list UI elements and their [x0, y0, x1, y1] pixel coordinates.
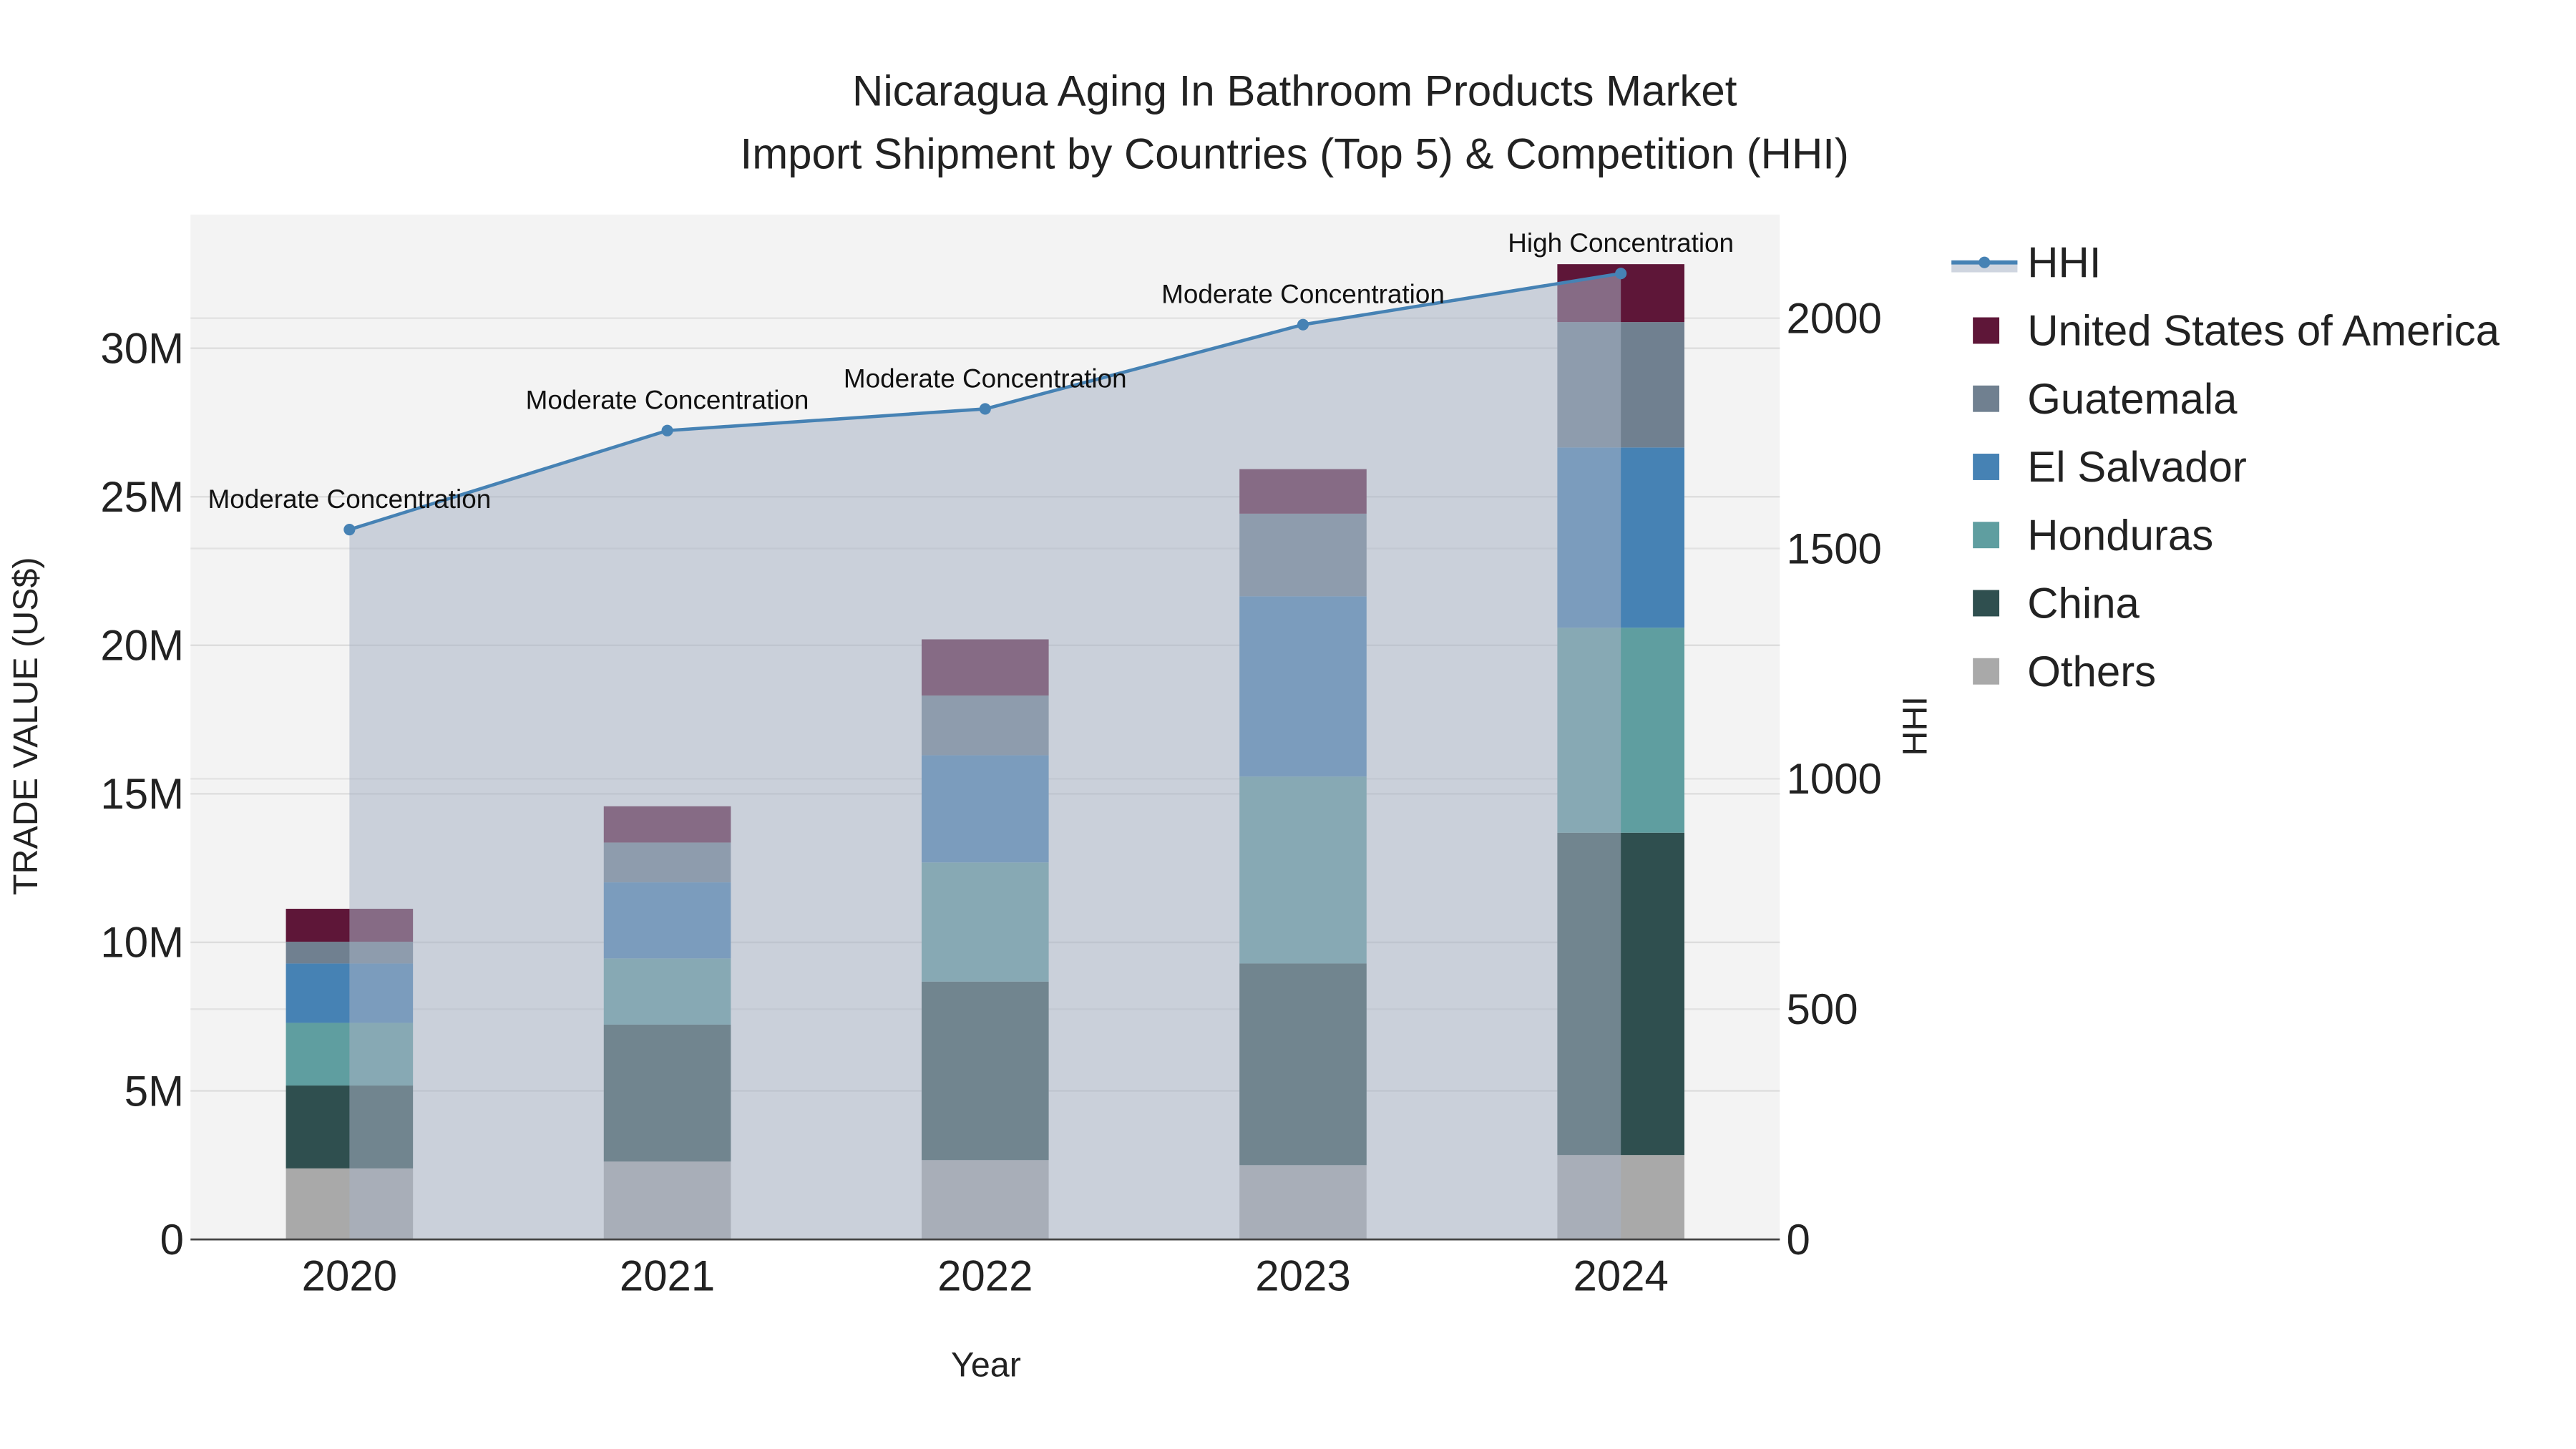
legend-swatch: [1979, 256, 1991, 268]
hhi-annotation: Moderate Concentration: [1161, 280, 1445, 309]
y-tick-label: 10M: [100, 919, 184, 967]
legend-label: Others: [2027, 648, 2156, 696]
legend-label: HHI: [2027, 238, 2101, 286]
x-tick-label: 2020: [302, 1252, 397, 1300]
legend-label: Honduras: [2027, 511, 2213, 559]
y-tick-label: 20M: [100, 622, 184, 670]
y-tick-label: 30M: [100, 324, 184, 372]
legend-swatch: [1973, 454, 2000, 480]
x-tick-label: 2024: [1574, 1252, 1669, 1300]
hhi-point-2022: [979, 403, 991, 415]
y-tick-label: 5M: [125, 1067, 184, 1115]
hhi-point-2021: [661, 424, 673, 436]
legend-swatch: [1973, 590, 2000, 617]
y-tick-label: 25M: [100, 473, 184, 521]
legend-label: United States of America: [2027, 307, 2499, 355]
legend-swatch: [1973, 385, 2000, 412]
hhi-annotation: Moderate Concentration: [844, 364, 1127, 393]
hhi-point-2024: [1615, 268, 1627, 280]
x-tick-label: 2022: [937, 1252, 1033, 1300]
legend-swatch: [1973, 317, 2000, 344]
y-axis-label: TRADE VALUE (US$): [6, 557, 45, 895]
y2-tick-label: 1000: [1787, 755, 1882, 803]
hhi-annotation: High Concentration: [1508, 228, 1734, 258]
legend-swatch: [1973, 522, 2000, 549]
y2-tick-label: 2000: [1787, 294, 1882, 342]
hhi-point-2023: [1297, 318, 1309, 331]
hhi-annotation: Moderate Concentration: [526, 386, 809, 415]
legend-swatch: [1973, 658, 2000, 685]
legend-item-united-states-of-america[interactable]: United States of America: [1973, 307, 2500, 355]
y-tick-label: 0: [160, 1216, 184, 1264]
legend-label: China: [2027, 580, 2140, 628]
legend-label: Guatemala: [2027, 375, 2238, 423]
y2-tick-label: 1500: [1787, 525, 1882, 572]
chart-subtitle: Import Shipment by Countries (Top 5) & C…: [741, 130, 1849, 177]
y2-tick-label: 0: [1787, 1216, 1810, 1264]
chart-title: Nicaragua Aging In Bathroom Products Mar…: [852, 67, 1737, 115]
y-tick-label: 15M: [100, 770, 184, 818]
x-tick-label: 2021: [620, 1252, 715, 1300]
x-axis-label: Year: [951, 1346, 1021, 1385]
hhi-annotation: Moderate Concentration: [208, 484, 491, 514]
chart: Moderate Concentration Moderate Concentra…: [1, 0, 2575, 1449]
y2-axis-label: HHI: [1896, 696, 1935, 756]
y2-tick-label: 500: [1787, 985, 1858, 1033]
x-tick-label: 2023: [1255, 1252, 1350, 1300]
hhi-point-2020: [343, 524, 356, 536]
legend-label: El Salvador: [2027, 443, 2247, 491]
